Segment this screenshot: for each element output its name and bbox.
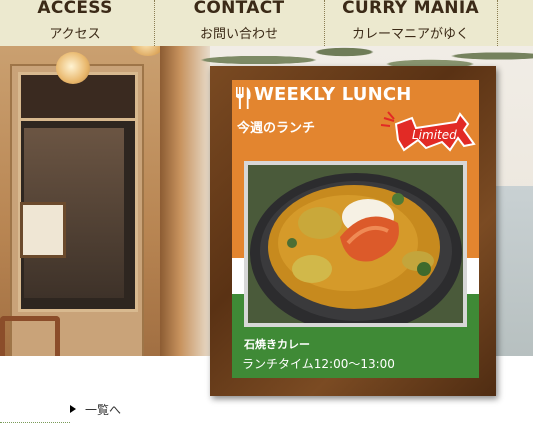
nav-contact[interactable]: CONTACT お問い合わせ [158, 0, 320, 46]
curry-photo [244, 161, 467, 327]
list-link[interactable]: 一覧へ [70, 401, 121, 418]
dish-time: ランチタイム12:00～13:00 [242, 357, 395, 371]
photo-window [490, 186, 533, 356]
top-nav: ACCESS アクセス CONTACT お問い合わせ CURRY MANIA カ… [0, 0, 533, 46]
nav-divider [497, 0, 498, 46]
board-subtitle: 今週のランチ [237, 121, 316, 136]
nav-curry-mania[interactable]: CURRY MANIA カレーマニアがゆく [328, 0, 493, 46]
list-link-label: 一覧へ [85, 403, 122, 417]
nav-divider [324, 0, 325, 46]
nav-contact-sublabel: お問い合わせ [199, 27, 278, 42]
fork-knife-icon [236, 87, 251, 109]
triangle-right-icon [70, 405, 76, 413]
board-panel: WEEKLY LUNCH 今週のランチ Limited 石焼きカレー ランチタイ… [232, 80, 479, 378]
curry-dish-image [248, 165, 463, 323]
board-title: WEEKLY LUNCH [254, 84, 412, 105]
nav-access-sublabel: アクセス [49, 27, 101, 42]
photo-chair [0, 316, 60, 356]
nav-divider [154, 0, 155, 46]
nav-curry-mania-label: CURRY MANIA [342, 0, 479, 18]
weekly-lunch-board[interactable]: WEEKLY LUNCH 今週のランチ Limited 石焼きカレー ランチタイ… [210, 66, 496, 396]
dotted-divider [0, 422, 70, 423]
nav-access-label: ACCESS [37, 0, 113, 18]
photo-sign [20, 202, 66, 258]
photo-lamp [56, 52, 90, 84]
photo-pillar [160, 46, 210, 356]
nav-contact-label: CONTACT [193, 0, 285, 18]
nav-access[interactable]: ACCESS アクセス [0, 0, 150, 46]
limited-badge: Limited [380, 111, 476, 152]
badge-label: Limited [412, 128, 457, 142]
nav-curry-mania-sublabel: カレーマニアがゆく [351, 27, 469, 42]
dish-name: 石焼きカレー [244, 338, 310, 351]
